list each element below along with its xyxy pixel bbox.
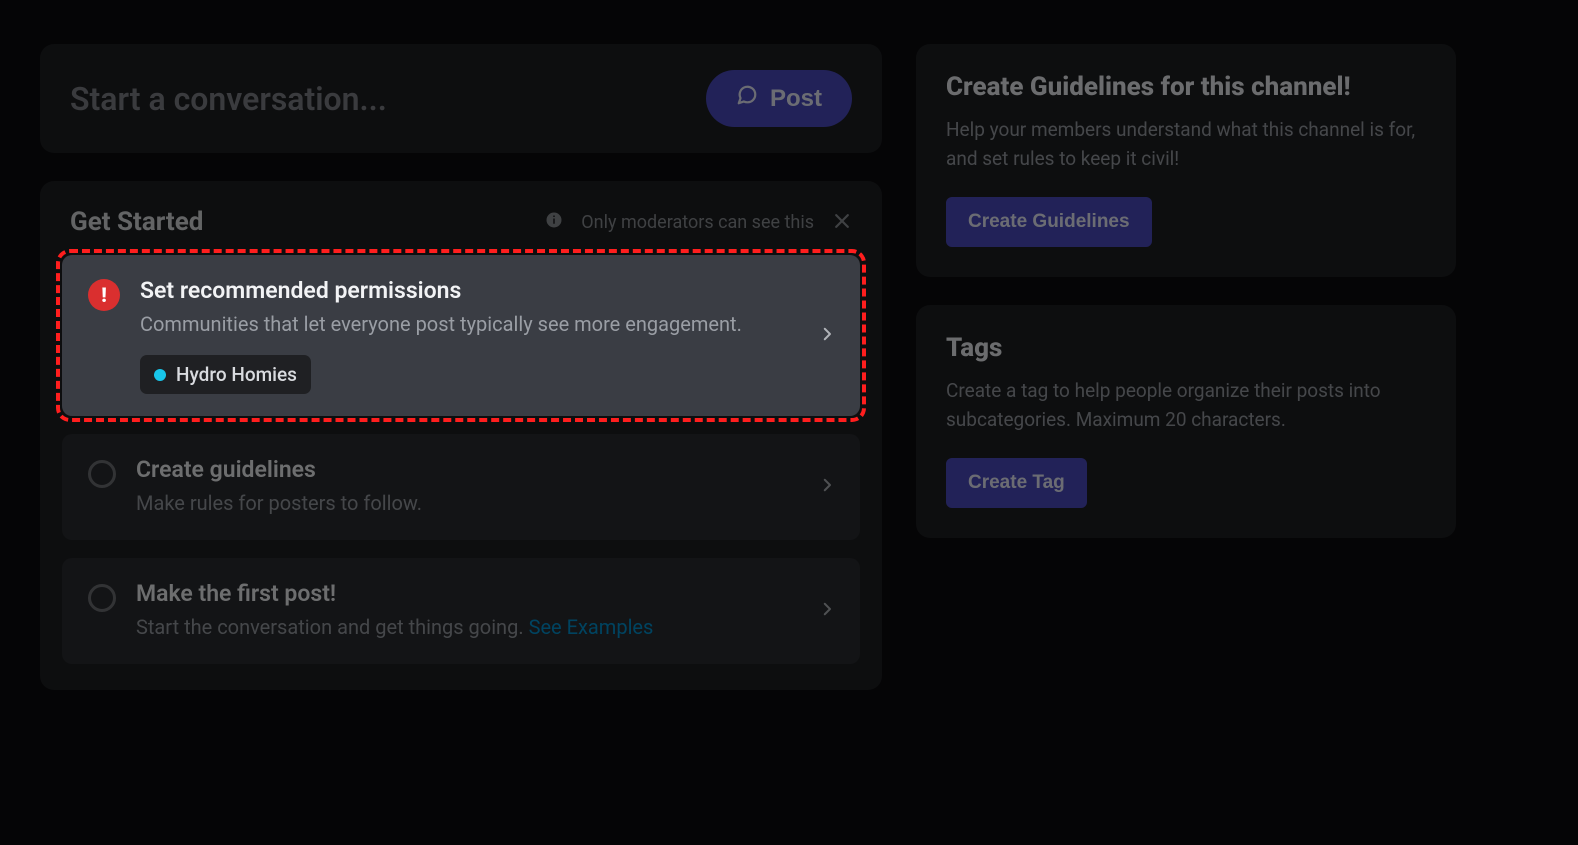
chevron-right-icon <box>818 476 836 498</box>
guidelines-title: Create Guidelines for this channel! <box>946 72 1426 102</box>
step-body: Create guidelines Make rules for posters… <box>136 456 422 518</box>
composer-card[interactable]: Start a conversation... Post <box>40 44 882 153</box>
step-desc: Start the conversation and get things go… <box>136 613 653 642</box>
step-desc: Communities that let everyone post typic… <box>140 310 742 339</box>
composer-placeholder: Start a conversation... <box>70 80 387 118</box>
step-body: Set recommended permissions Communities … <box>140 277 742 394</box>
close-icon <box>832 211 852 234</box>
chevron-right-icon <box>818 600 836 622</box>
unchecked-circle-icon <box>88 584 116 612</box>
step-title: Create guidelines <box>136 456 422 483</box>
tags-card: Tags Create a tag to help people organiz… <box>916 305 1456 538</box>
post-button-label: Post <box>770 85 822 113</box>
alert-icon: ! <box>88 279 120 311</box>
guidelines-card: Create Guidelines for this channel! Help… <box>916 44 1456 277</box>
get-started-meta: Only moderators can see this <box>545 211 852 234</box>
dismiss-get-started-button[interactable] <box>832 211 852 234</box>
step-set-permissions[interactable]: ! Set recommended permissions Communitie… <box>62 255 860 416</box>
right-column: Create Guidelines for this channel! Help… <box>916 44 1456 690</box>
step-desc: Make rules for posters to follow. <box>136 489 422 518</box>
layout: Start a conversation... Post Get Started… <box>0 0 1578 690</box>
post-button[interactable]: Post <box>706 70 852 127</box>
role-chip: Hydro Homies <box>140 355 311 394</box>
see-examples-link[interactable]: See Examples <box>529 615 654 639</box>
chat-bubble-icon <box>736 84 758 113</box>
create-tag-button[interactable]: Create Tag <box>946 458 1087 508</box>
step-first-post[interactable]: Make the first post! Start the conversat… <box>62 558 860 664</box>
step-create-guidelines[interactable]: Create guidelines Make rules for posters… <box>62 434 860 540</box>
get-started-card: Get Started Only moderators can see this <box>40 181 882 690</box>
tags-desc: Create a tag to help people organize the… <box>946 377 1426 434</box>
step-list: ! Set recommended permissions Communitie… <box>40 255 882 664</box>
chevron-right-icon <box>818 325 836 347</box>
guidelines-desc: Help your members understand what this c… <box>946 116 1426 173</box>
unchecked-circle-icon <box>88 460 116 488</box>
info-icon <box>545 211 563 234</box>
tags-title: Tags <box>946 333 1426 363</box>
step-title: Set recommended permissions <box>140 277 742 304</box>
role-color-dot <box>154 369 166 381</box>
moderator-note: Only moderators can see this <box>581 212 814 233</box>
role-name: Hydro Homies <box>176 363 297 386</box>
create-guidelines-button[interactable]: Create Guidelines <box>946 197 1152 247</box>
left-column: Start a conversation... Post Get Started… <box>40 44 882 690</box>
step-body: Make the first post! Start the conversat… <box>136 580 653 642</box>
step-desc-text: Start the conversation and get things go… <box>136 615 529 639</box>
get-started-header: Get Started Only moderators can see this <box>40 207 882 255</box>
step-title: Make the first post! <box>136 580 653 607</box>
get-started-title: Get Started <box>70 207 203 237</box>
